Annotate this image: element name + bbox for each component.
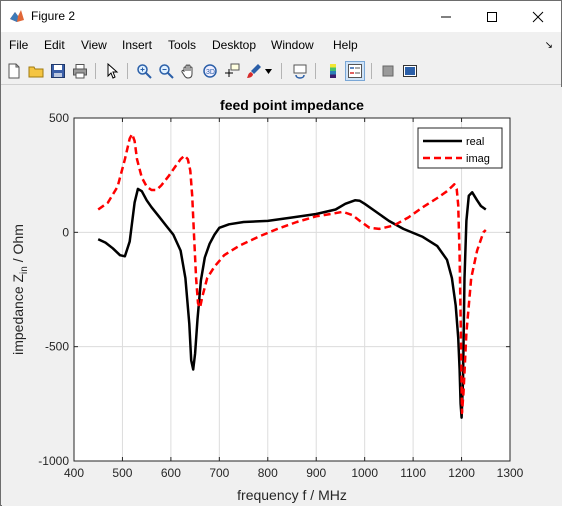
plot: 400 500 600 700 800 900 1000 1100 1200 1300 -1000 -… [10, 97, 524, 503]
figure-window: Figure 2 File Edit View Insert Tools Des… [0, 0, 562, 506]
close-icon [532, 11, 544, 22]
chart-title: feed point impedance [220, 97, 364, 113]
figure-toolbar: 3D [1, 57, 561, 85]
figure-canvas: 400 500 600 700 800 900 1000 1100 1200 1300 -1000 -… [2, 87, 562, 506]
zoom-out-icon[interactable] [156, 61, 176, 81]
y-tick-label: -1000 [38, 454, 69, 468]
maximize-icon [487, 11, 497, 22]
y-tick-label: 500 [49, 111, 69, 125]
menu-tools[interactable]: Tools [168, 38, 196, 52]
save-icon[interactable] [48, 61, 68, 81]
x-tick-label: 1100 [400, 466, 426, 480]
x-tick-label: 1200 [448, 466, 475, 480]
y-tick-label: 0 [62, 225, 69, 239]
y-axis-label-unit: / Ohm [10, 224, 26, 266]
zoom-in-icon[interactable] [134, 61, 154, 81]
x-tick-label: 600 [161, 466, 181, 480]
x-tick-label: 700 [209, 466, 229, 480]
menu-bar: File Edit View Insert Tools Desktop Wind… [1, 34, 561, 56]
data-cursor-icon[interactable] [222, 61, 242, 81]
minimize-icon [441, 16, 451, 17]
toolbar-separator [127, 63, 128, 79]
x-axis-label: frequency f / MHz [237, 487, 347, 503]
legend-real-label: real [466, 136, 484, 148]
menu-file[interactable]: File [9, 38, 28, 52]
menu-view[interactable]: View [81, 38, 107, 52]
brush-dropdown-icon[interactable] [263, 61, 273, 81]
x-tick-label: 400 [64, 466, 84, 480]
hide-plot-tools-icon[interactable] [378, 61, 398, 81]
brush-icon[interactable] [244, 61, 264, 81]
window-title: Figure 2 [31, 9, 76, 23]
svg-text:3D: 3D [206, 69, 215, 76]
x-tick-label: 500 [112, 466, 132, 480]
toolbar-separator [281, 63, 282, 79]
minimize-button[interactable] [423, 1, 469, 32]
y-axis-label-subscript: in [19, 266, 30, 274]
rotate-3d-icon[interactable]: 3D [200, 61, 220, 81]
close-button[interactable] [515, 1, 561, 32]
link-plot-icon[interactable] [290, 61, 310, 81]
toolbar-separator [371, 63, 372, 79]
open-file-icon[interactable] [26, 61, 46, 81]
x-tick-label: 1000 [351, 466, 378, 480]
menu-edit[interactable]: Edit [44, 38, 65, 52]
maximize-button[interactable] [469, 1, 515, 32]
menu-insert[interactable]: Insert [122, 38, 152, 52]
dock-arrow-icon[interactable]: ↘ [545, 40, 553, 51]
show-plot-tools-icon[interactable] [400, 61, 420, 81]
pan-icon[interactable] [178, 61, 198, 81]
menu-desktop[interactable]: Desktop [212, 38, 256, 52]
menu-help[interactable]: Help [333, 38, 358, 52]
y-axis-label: impedance Zin / Ohm [10, 224, 30, 355]
title-bar: Figure 2 [1, 1, 561, 32]
matlab-app-icon [10, 10, 24, 22]
new-figure-icon[interactable] [4, 61, 24, 81]
toolbar-separator [315, 63, 316, 79]
colorbar-icon[interactable] [323, 61, 343, 81]
menu-window[interactable]: Window [271, 38, 314, 52]
y-tick-label: -500 [45, 340, 69, 354]
x-tick-label: 900 [306, 466, 326, 480]
print-icon[interactable] [70, 61, 90, 81]
y-axis-label-main: impedance Z [10, 273, 26, 354]
legend-icon[interactable] [345, 61, 365, 81]
toolbar-separator [95, 63, 96, 79]
pointer-icon[interactable] [102, 61, 122, 81]
x-tick-label: 800 [258, 466, 278, 480]
legend-imag-label: imag [466, 153, 490, 165]
x-tick-label: 1300 [497, 466, 524, 480]
legend[interactable]: real imag [417, 127, 503, 169]
